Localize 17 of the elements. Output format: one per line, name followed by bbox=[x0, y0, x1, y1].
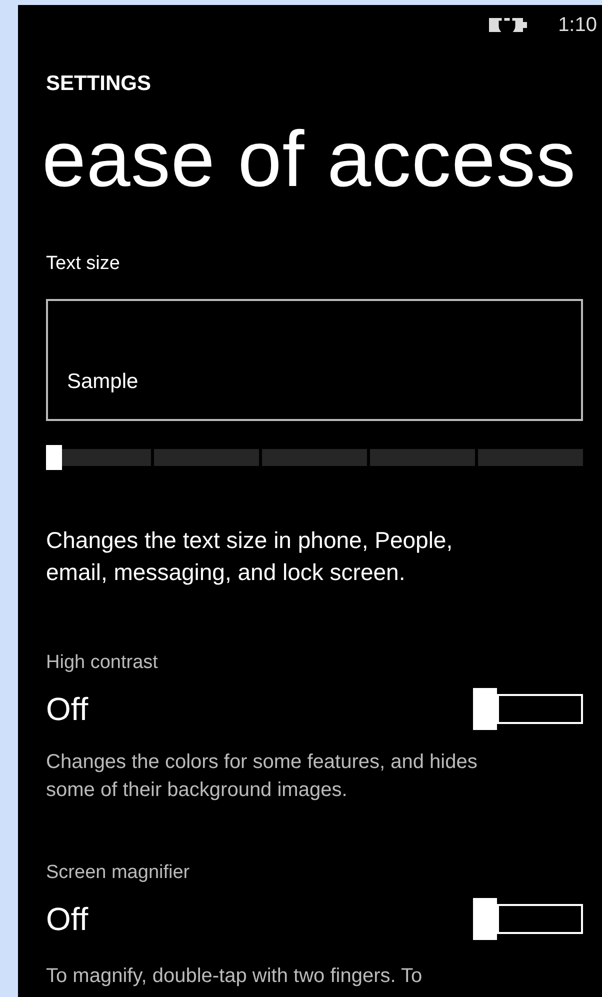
section-title: SETTINGS bbox=[46, 72, 152, 96]
slider-thumb[interactable] bbox=[46, 445, 62, 470]
battery-charging-icon bbox=[488, 15, 528, 35]
toggle-state: Off bbox=[46, 900, 88, 938]
setting-label: Screen magnifier bbox=[46, 862, 191, 884]
setting-label: High contrast bbox=[46, 652, 159, 674]
toggle-switch[interactable] bbox=[473, 688, 583, 730]
setting-description: To magnify, double-tap with two fingers. To bbox=[46, 964, 424, 989]
text-size-slider[interactable] bbox=[46, 445, 583, 470]
toggle-state: Off bbox=[46, 690, 88, 728]
toggle-switch[interactable] bbox=[473, 898, 583, 940]
setting-description: Changes the colors for some features, and hides some of their background images. bbox=[46, 750, 478, 803]
text-size-preview: Sample bbox=[46, 299, 583, 421]
status-time: 1:10 bbox=[558, 14, 597, 36]
page-title: ease of access bbox=[42, 114, 577, 204]
setting-description: Changes the text size in phone, People, email, messaging, and lock screen. bbox=[46, 526, 454, 587]
setting-label: Text size bbox=[46, 253, 121, 275]
